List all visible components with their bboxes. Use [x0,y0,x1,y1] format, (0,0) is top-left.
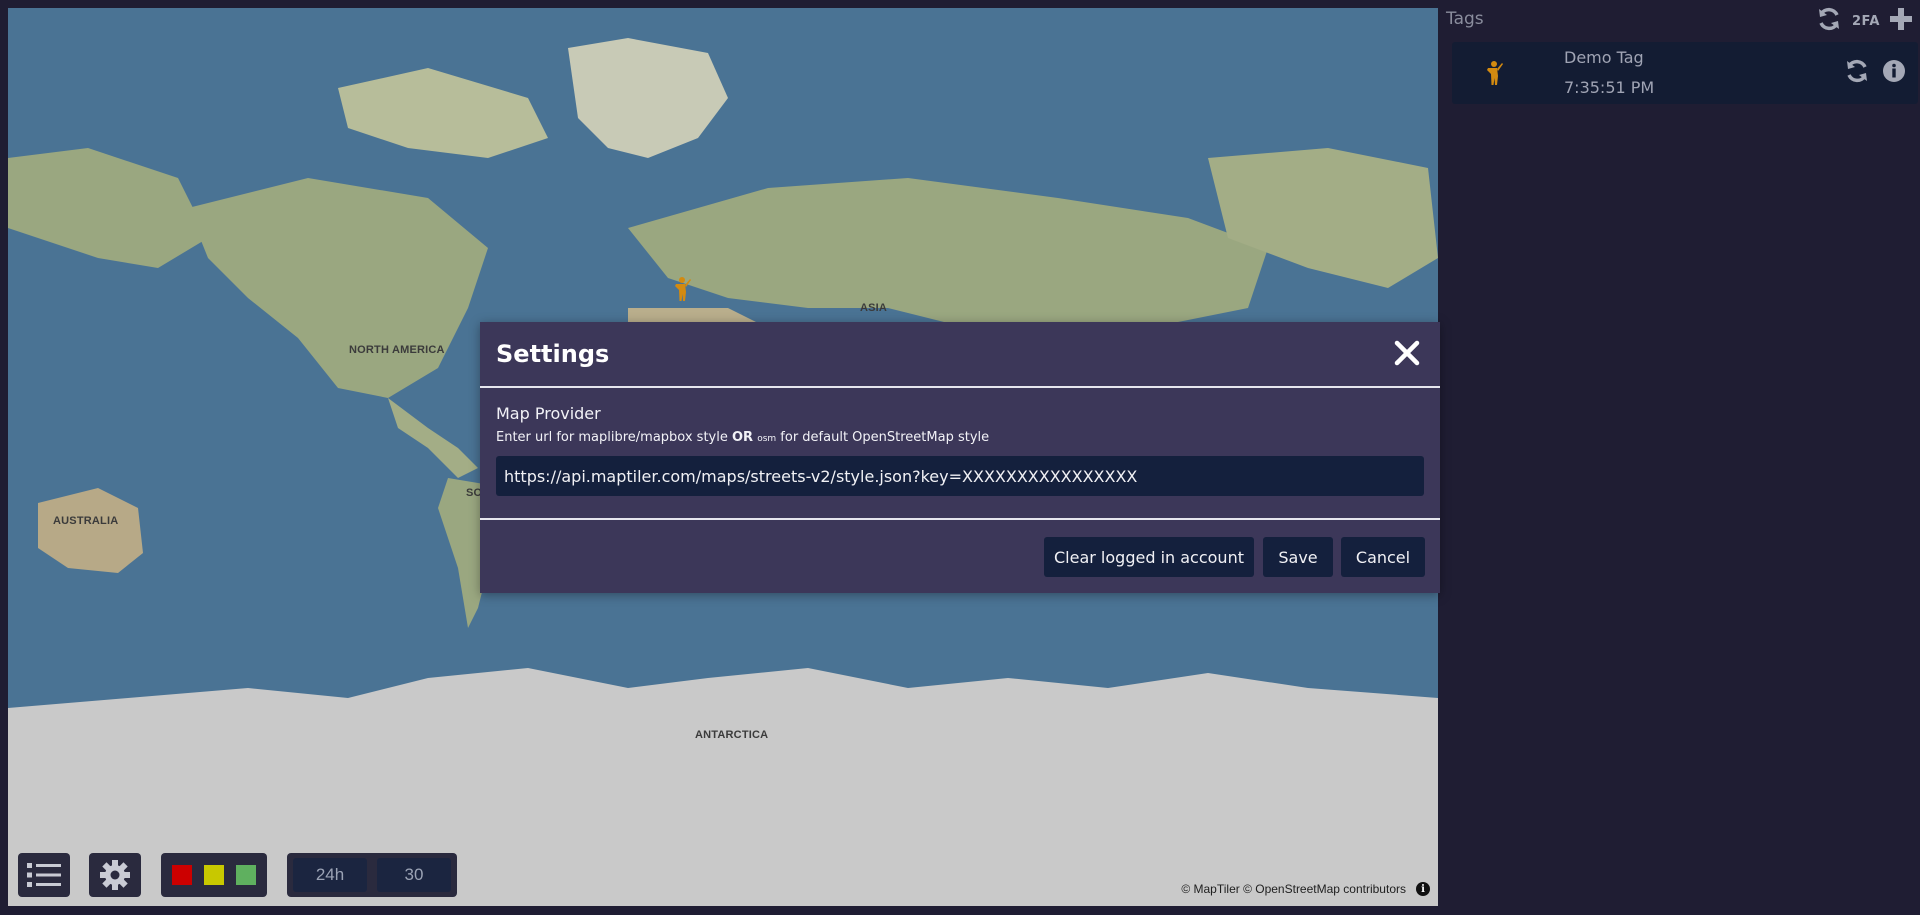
label-australia: AUSTRALIA [53,515,119,527]
filter-yellow[interactable] [204,865,224,885]
map-provider-url-input[interactable] [496,456,1424,496]
tag-name: Demo Tag [1564,48,1644,67]
person-waving-icon [1486,60,1504,90]
refresh-icon[interactable] [1844,58,1870,88]
filter-red[interactable] [172,865,192,885]
label-asia: ASIA [860,302,888,314]
tag-time: 7:35:51 PM [1564,78,1655,97]
attribution-text: © MapTiler © OpenStreetMap contributors [1181,882,1406,896]
list-icon [18,853,70,897]
color-filter-group [161,853,267,897]
range-count[interactable]: 30 [377,858,451,892]
settings-dialog: Settings Map Provider Enter url for mapl… [480,322,1440,593]
tag-actions [1844,58,1906,88]
header-divider [480,386,1440,388]
footer-divider [480,518,1440,520]
list-button[interactable] [18,853,70,897]
hint-prefix: Enter url for maplibre/mapbox style [496,430,732,445]
range-hours[interactable]: 24h [293,858,367,892]
plus-icon[interactable] [1890,8,1912,34]
settings-button[interactable] [89,853,141,897]
map-provider-label: Map Provider [496,404,601,423]
hint-osm: osm [757,434,777,444]
sidebar-title: Tags [1446,9,1484,29]
twofa-button[interactable]: 2FA [1852,14,1880,29]
dialog-title: Settings [496,340,610,368]
gear-icon [89,853,141,897]
hint-or: OR [731,430,754,445]
label-north-america: NORTH AMERICA [349,344,445,356]
save-button[interactable]: Save [1263,537,1333,577]
cancel-button[interactable]: Cancel [1341,537,1425,577]
map-attribution: © MapTiler © OpenStreetMap contributors … [1181,882,1430,896]
close-icon[interactable] [1392,338,1422,368]
info-icon[interactable]: i [1416,882,1430,896]
label-antarctica: ANTARCTICA [695,729,769,741]
person-waving-icon[interactable] [674,276,692,306]
map-provider-hint: Enter url for maplibre/mapbox style OR o… [496,430,989,445]
tag-card[interactable]: Demo Tag 7:35:51 PM [1452,42,1918,104]
range-group: 24h 30 [287,853,457,897]
info-icon[interactable] [1882,59,1906,87]
clear-account-button[interactable]: Clear logged in account [1044,537,1254,577]
refresh-icon[interactable] [1816,6,1842,36]
hint-suffix: for default OpenStreetMap style [776,430,990,445]
filter-green[interactable] [236,865,256,885]
tags-sidebar: Tags 2FA Demo Tag 7:35:51 PM [1438,0,1920,915]
sidebar-actions: 2FA [1816,6,1912,36]
